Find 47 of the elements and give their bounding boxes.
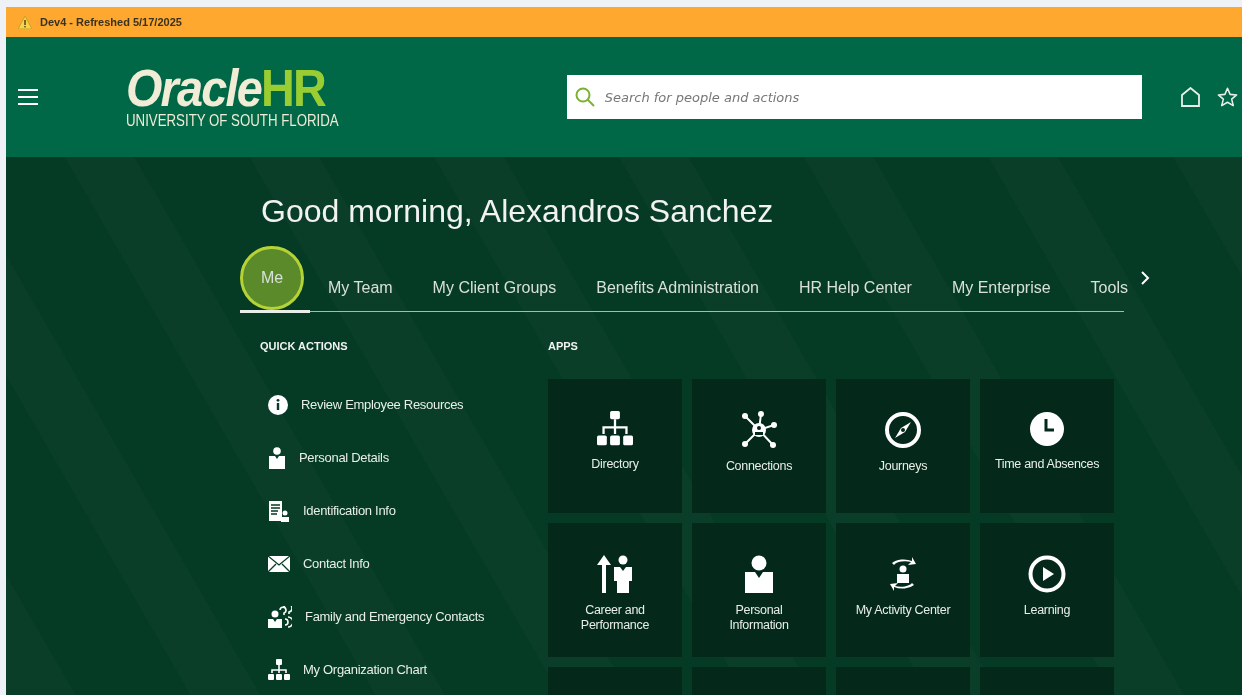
quick-action-link[interactable]: My Organization Chart [268,659,548,680]
nav-tab[interactable]: My Client Groups [432,279,557,297]
logo-wordmark: OracleHR [126,63,325,112]
chevron-right-icon[interactable] [1140,271,1150,285]
person-cycle-icon [888,555,918,593]
nav-tab[interactable]: My Enterprise [951,279,1051,297]
banner-text: Dev4 - Refreshed 5/17/2025 [40,16,182,28]
search-bar[interactable]: Search for people and actions [566,75,1142,119]
app-tile[interactable]: Directory [548,379,682,513]
nav-tab[interactable]: HR Help Center [798,279,912,297]
app-tile[interactable]: My Activity Center [836,523,970,657]
quick-action-link[interactable]: Review Employee Resources [268,394,548,415]
org-chart-icon [597,411,633,447]
nav-tab[interactable]: Tools [1090,279,1128,297]
app-tile[interactable]: Journeys [836,379,970,513]
compass-icon [884,411,922,449]
app-tile[interactable]: Time and Absences [980,379,1114,513]
nav-tab[interactable]: Benefits Administration [596,279,759,297]
section-title: APPS [548,340,579,352]
quick-action-link[interactable]: Identification Info [268,500,548,521]
person-icon [268,446,286,469]
org-chart-icon [268,658,290,681]
home-button[interactable] [1180,87,1201,107]
info-icon [268,394,288,415]
person-icon [744,555,774,593]
quick-action-link[interactable]: Personal Details [268,447,548,468]
favorites-button[interactable] [1217,87,1238,107]
clock-icon [1029,411,1065,447]
network-person-icon [740,411,778,449]
quick-action-link[interactable]: Family and Emergency Contacts [268,606,548,627]
play-icon [1028,555,1066,593]
app-tile[interactable]: Personal Information [692,523,826,657]
quick-action-link[interactable]: Contact Info [268,553,548,574]
logo-subtitle: UNIVERSITY OF SOUTH FLORIDA [126,110,339,131]
menu-button[interactable] [18,89,38,105]
nav-tab[interactable]: My Team [328,279,393,297]
search-icon [574,87,595,107]
greeting-heading: Good morning, Alexandros Sanchez [261,193,775,230]
section-title: QUICK ACTIONS [260,340,349,352]
people-contacts-icon [268,605,292,628]
document-person-icon [268,499,290,522]
arrow-person-icon [597,555,633,593]
app-tile[interactable]: Career and Performance [548,523,682,657]
app-tile[interactable]: Connections [692,379,826,513]
app-tile[interactable]: Learning [980,523,1114,657]
warning-icon [18,15,32,29]
envelope-icon [268,555,290,572]
